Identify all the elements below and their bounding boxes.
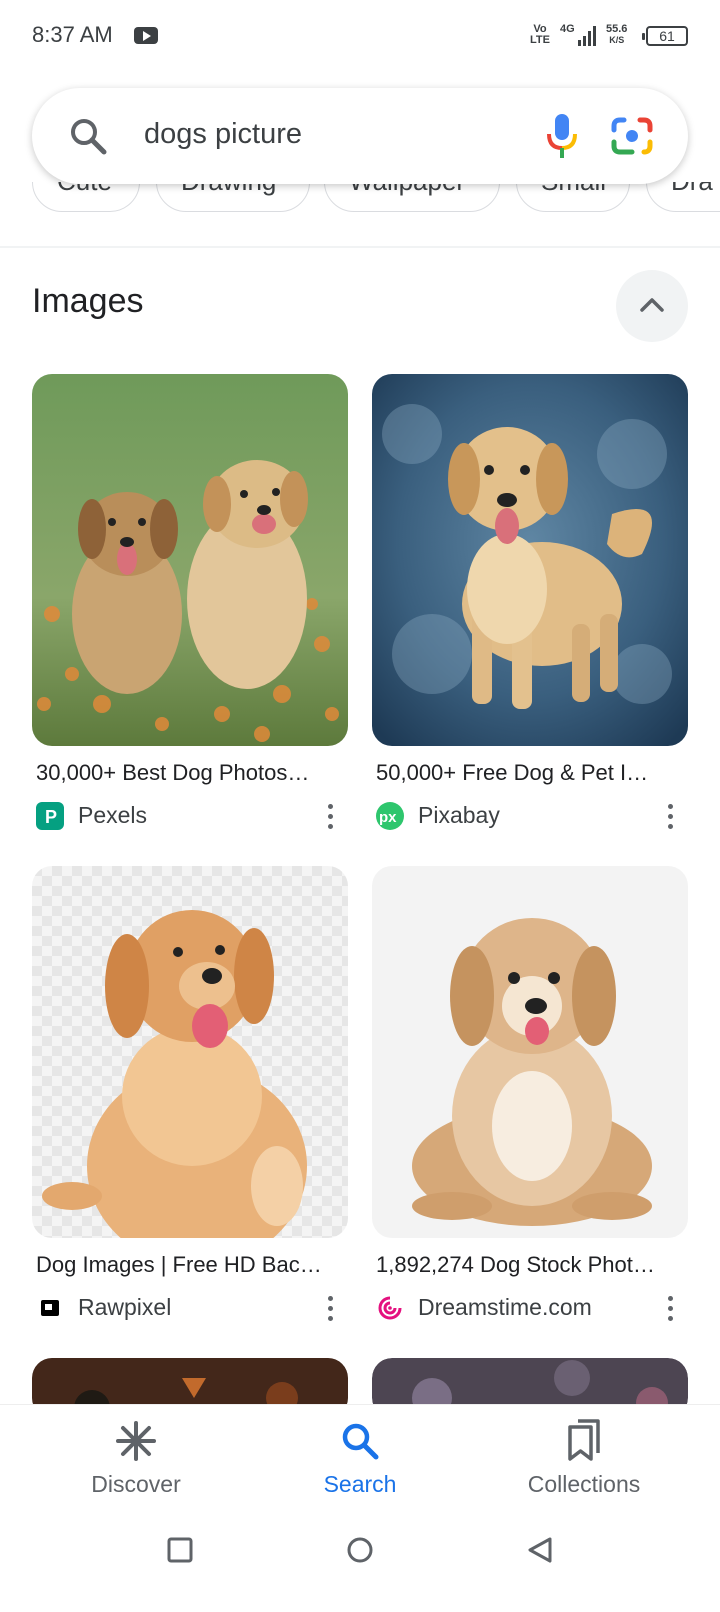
result-thumbnail[interactable]: [32, 374, 348, 746]
more-options-icon[interactable]: [660, 800, 680, 832]
result-thumbnail[interactable]: [372, 866, 688, 1238]
search-query[interactable]: dogs picture: [144, 118, 302, 151]
result-thumbnail[interactable]: [32, 866, 348, 1238]
source-name: Pixabay: [418, 802, 500, 828]
chip-drawing-more[interactable]: Dra: [646, 182, 720, 212]
source-name: Dreamstime.com: [418, 1294, 592, 1320]
result-caption[interactable]: 50,000+ Free Dog & Pet I…: [376, 760, 688, 786]
chip-drawing[interactable]: Drawing: [156, 182, 310, 212]
dreamstime-favicon-icon: [376, 1294, 404, 1322]
google-lens-icon[interactable]: [610, 114, 654, 158]
square-icon[interactable]: [166, 1536, 194, 1564]
volte-indicator: Vo LTE: [530, 23, 550, 46]
result-caption[interactable]: 1,892,274 Dog Stock Phot…: [376, 1252, 688, 1278]
nav-search-label: Search: [323, 1471, 397, 1497]
result-caption[interactable]: 30,000+ Best Dog Photos…: [36, 760, 348, 786]
youtube-notification-icon: [134, 27, 158, 44]
bottom-navigation: Discover Search Collections: [0, 1404, 720, 1508]
result-source[interactable]: px Pixabay: [376, 800, 688, 832]
asterisk-icon: [116, 1421, 156, 1461]
chevron-up-icon: [640, 298, 664, 312]
bookmarks-icon: [568, 1419, 600, 1461]
triangle-back-icon[interactable]: [526, 1536, 554, 1564]
image-result[interactable]: Dog Images | Free HD Bac… Rawpixel: [32, 866, 348, 1326]
result-source[interactable]: Rawpixel: [36, 1292, 348, 1324]
nav-collections[interactable]: Collections: [484, 1419, 684, 1505]
mic-icon[interactable]: [544, 112, 580, 160]
search-icon: [342, 1423, 379, 1460]
chip-wallpaper[interactable]: Wallpaper: [324, 182, 500, 212]
image-result[interactable]: 50,000+ Free Dog & Pet I… px Pixabay: [372, 374, 688, 834]
system-navigation-bar: [0, 1508, 720, 1612]
nav-discover-label: Discover: [91, 1471, 181, 1497]
network-type: 4G: [560, 23, 575, 35]
signal-icon: [578, 24, 598, 46]
circle-icon[interactable]: [346, 1536, 374, 1564]
images-section-title: Images: [32, 282, 144, 320]
more-options-icon[interactable]: [320, 1292, 340, 1324]
result-caption[interactable]: Dog Images | Free HD Bac…: [36, 1252, 348, 1278]
image-result[interactable]: 30,000+ Best Dog Photos… P Pexels: [32, 374, 348, 834]
chip-small[interactable]: Small: [516, 182, 630, 212]
search-icon[interactable]: [68, 116, 108, 156]
google-app-screen: 8:37 AM Vo LTE 4G 55.6 K/S 61 dogs picture: [0, 0, 720, 1612]
nav-collections-label: Collections: [527, 1471, 641, 1497]
more-options-icon[interactable]: [660, 1292, 680, 1324]
pexels-favicon-icon: P: [36, 802, 64, 830]
status-time: 8:37 AM: [32, 22, 113, 47]
nav-discover[interactable]: Discover: [36, 1419, 236, 1505]
network-speed: 55.6 K/S: [606, 23, 628, 46]
result-source[interactable]: P Pexels: [36, 800, 348, 832]
result-source[interactable]: Dreamstime.com: [376, 1292, 688, 1324]
pixabay-favicon-icon: px: [376, 802, 404, 830]
source-name: Rawpixel: [78, 1294, 172, 1320]
image-result[interactable]: 1,892,274 Dog Stock Phot… Dreamstime.com: [372, 866, 688, 1326]
nav-search[interactable]: Search: [260, 1419, 460, 1505]
svg-text:P: P: [45, 807, 57, 827]
status-bar: 8:37 AM Vo LTE 4G 55.6 K/S 61: [0, 0, 720, 72]
rawpixel-favicon-icon: [36, 1294, 64, 1322]
filter-chips: Cute Drawing Wallpaper Small Dra: [0, 182, 720, 232]
svg-text:px: px: [379, 809, 397, 826]
collapse-images-button[interactable]: [616, 270, 688, 342]
chip-cute[interactable]: Cute: [32, 182, 140, 212]
battery-icon: 61: [642, 26, 688, 46]
result-thumbnail[interactable]: [372, 374, 688, 746]
section-divider: [0, 246, 720, 248]
more-options-icon[interactable]: [320, 800, 340, 832]
source-name: Pexels: [78, 802, 148, 828]
search-bar[interactable]: dogs picture: [32, 88, 688, 184]
